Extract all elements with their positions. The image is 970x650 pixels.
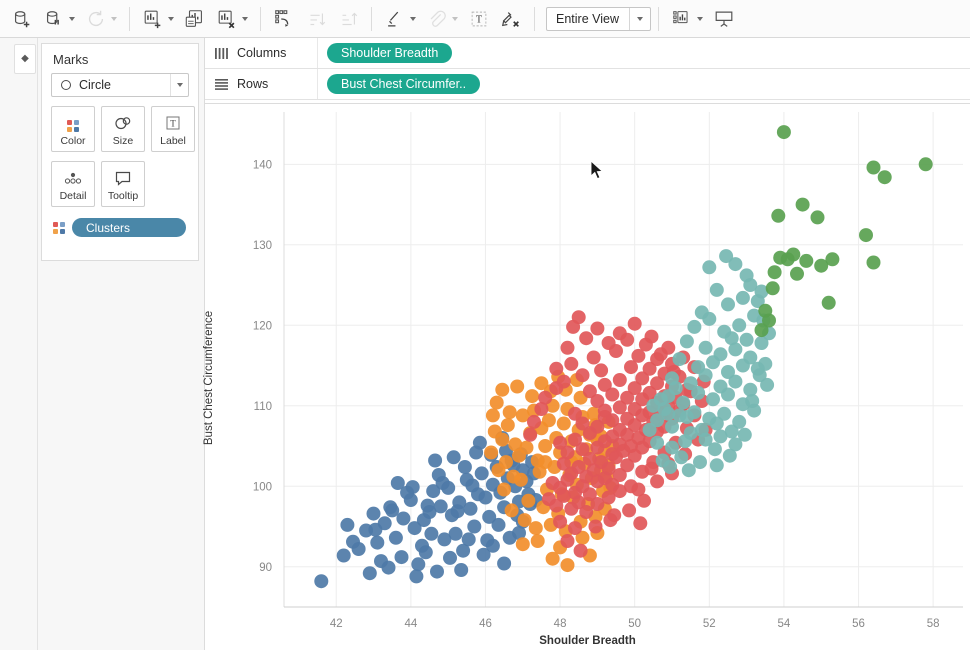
x-tick-label: 50: [628, 618, 641, 630]
size-button-label: Size: [112, 134, 134, 147]
pause-data-updates-icon[interactable]: [38, 4, 80, 34]
marks-buttons-row-2: Detail Tooltip: [51, 161, 198, 207]
detail-button-label: Detail: [59, 189, 87, 202]
toolbar-separator: [371, 6, 372, 31]
rows-icon: [214, 78, 229, 90]
tableau-worksheet-window: T Entire View ◆ Marks Circle Color Size …: [0, 0, 970, 650]
columns-icon: [214, 47, 229, 59]
chevron-down-icon[interactable]: [630, 16, 650, 21]
svg-text:T: T: [476, 14, 482, 25]
new-worksheet-icon[interactable]: [137, 4, 179, 34]
toolbar-separator: [534, 6, 535, 31]
mark-type-value: Circle: [79, 78, 111, 92]
marks-card-title: Marks: [53, 52, 89, 67]
y-tick-label: 130: [253, 240, 272, 252]
svg-text:T: T: [170, 118, 176, 128]
circle-icon: [61, 80, 71, 90]
y-tick-label: 90: [259, 562, 272, 574]
fix-axes-icon[interactable]: [495, 4, 527, 34]
y-axis-title-text: Bust Chest Circumference: [203, 310, 215, 445]
size-icon: [113, 112, 133, 132]
sort-descending-icon: [332, 4, 364, 34]
x-axis-title: Shoulder Breadth: [539, 635, 636, 647]
toolbar-separator: [129, 6, 130, 31]
x-tick-label: 46: [479, 618, 492, 630]
marks-color-pill-clusters[interactable]: Clusters: [72, 218, 186, 237]
x-tick-label: 44: [404, 618, 417, 630]
columns-shelf-label: Columns: [237, 46, 287, 60]
new-data-source-icon[interactable]: [6, 4, 38, 34]
refresh-data-source-icon: [80, 4, 122, 34]
duplicate-sheet-icon[interactable]: [179, 4, 211, 34]
tooltip-button-label: Tooltip: [107, 189, 139, 202]
chevron-down-icon[interactable]: [410, 16, 416, 21]
x-tick-label: 54: [778, 618, 791, 630]
pill-shoulder-breadth[interactable]: Shoulder Breadth: [327, 43, 453, 63]
y-tick-label: 100: [253, 481, 272, 493]
marks-color-pill-row: Clusters: [51, 218, 198, 237]
label-button-label: Label: [160, 134, 186, 147]
chevron-down-icon[interactable]: [168, 16, 174, 21]
mark-type-dropdown[interactable]: Circle: [51, 73, 189, 97]
left-rail: ◆: [0, 38, 38, 650]
x-tick-label: 52: [703, 618, 716, 630]
columns-shelf[interactable]: Columns Shoulder Breadth: [205, 38, 970, 69]
sort-ascending-icon: [300, 4, 332, 34]
rows-shelf[interactable]: Rows Bust Chest Circumfer..: [205, 69, 970, 100]
scatter-plot[interactable]: 90 100 110 120 130 140 42 44 46 48 50 52 54 56 58: [205, 104, 970, 650]
label-button[interactable]: T Label: [151, 106, 195, 152]
show-me-icon[interactable]: [666, 4, 708, 34]
attach-icon: [421, 4, 463, 34]
shelves-area: Columns Shoulder Breadth Rows Bust Chest…: [205, 38, 970, 102]
rows-shelf-label: Rows: [237, 77, 269, 91]
marks-card: Marks Circle Color Size T Label Detail T…: [41, 43, 199, 261]
presentation-mode-icon[interactable]: [708, 4, 740, 34]
tooltip-icon: [113, 167, 133, 187]
mouse-pointer: [590, 159, 606, 187]
chevron-down-icon: [452, 16, 458, 21]
chevron-down-icon: [111, 16, 117, 21]
x-tick-label: 42: [330, 618, 343, 630]
color-button[interactable]: Color: [51, 106, 95, 152]
detail-icon: [62, 167, 84, 187]
resize-grip-icon: ◆: [21, 53, 29, 64]
panel-resize-handle[interactable]: ◆: [14, 44, 36, 74]
toolbar-separator: [260, 6, 261, 31]
chevron-down-icon[interactable]: [697, 16, 703, 21]
y-tick-label: 110: [254, 401, 272, 413]
color-button-label: Color: [60, 134, 86, 147]
clear-sheet-icon[interactable]: [211, 4, 253, 34]
tooltip-button[interactable]: Tooltip: [101, 161, 145, 207]
detail-button[interactable]: Detail: [51, 161, 95, 207]
y-tick-label: 120: [253, 320, 272, 332]
highlight-icon[interactable]: [379, 4, 421, 34]
color-dots-icon: [51, 221, 67, 234]
x-tick-label: 58: [927, 618, 940, 630]
toolbar-separator: [658, 6, 659, 31]
y-axis-title: Bust Chest Circumference: [201, 104, 217, 650]
x-tick-label: 48: [554, 618, 567, 630]
main-toolbar: T Entire View: [0, 0, 970, 38]
scatter-plot-svg[interactable]: 90 100 110 120 130 140 42 44 46 48 50 52 54 56 58: [205, 104, 970, 650]
fit-view-value: Entire View: [556, 11, 619, 26]
label-icon: T: [164, 112, 182, 132]
pill-bust-chest-circumference[interactable]: Bust Chest Circumfer..: [327, 74, 481, 94]
show-mark-labels-icon[interactable]: T: [463, 4, 495, 34]
x-tick-label: 56: [852, 618, 865, 630]
marks-panel-column: Marks Circle Color Size T Label Detail T…: [38, 38, 205, 650]
chevron-down-icon[interactable]: [170, 74, 188, 96]
y-tick-label: 140: [253, 159, 272, 171]
size-button[interactable]: Size: [101, 106, 145, 152]
marks-buttons-row-1: Color Size T Label: [51, 106, 198, 152]
chevron-down-icon[interactable]: [69, 16, 75, 21]
chevron-down-icon[interactable]: [242, 16, 248, 21]
fit-view-dropdown[interactable]: Entire View: [546, 6, 651, 31]
worksheet-view[interactable]: 90 100 110 120 130 140 42 44 46 48 50 52 54 56 58 Bust…: [203, 103, 970, 650]
swap-rows-columns-icon[interactable]: [268, 4, 300, 34]
color-dots-icon: [67, 112, 79, 132]
